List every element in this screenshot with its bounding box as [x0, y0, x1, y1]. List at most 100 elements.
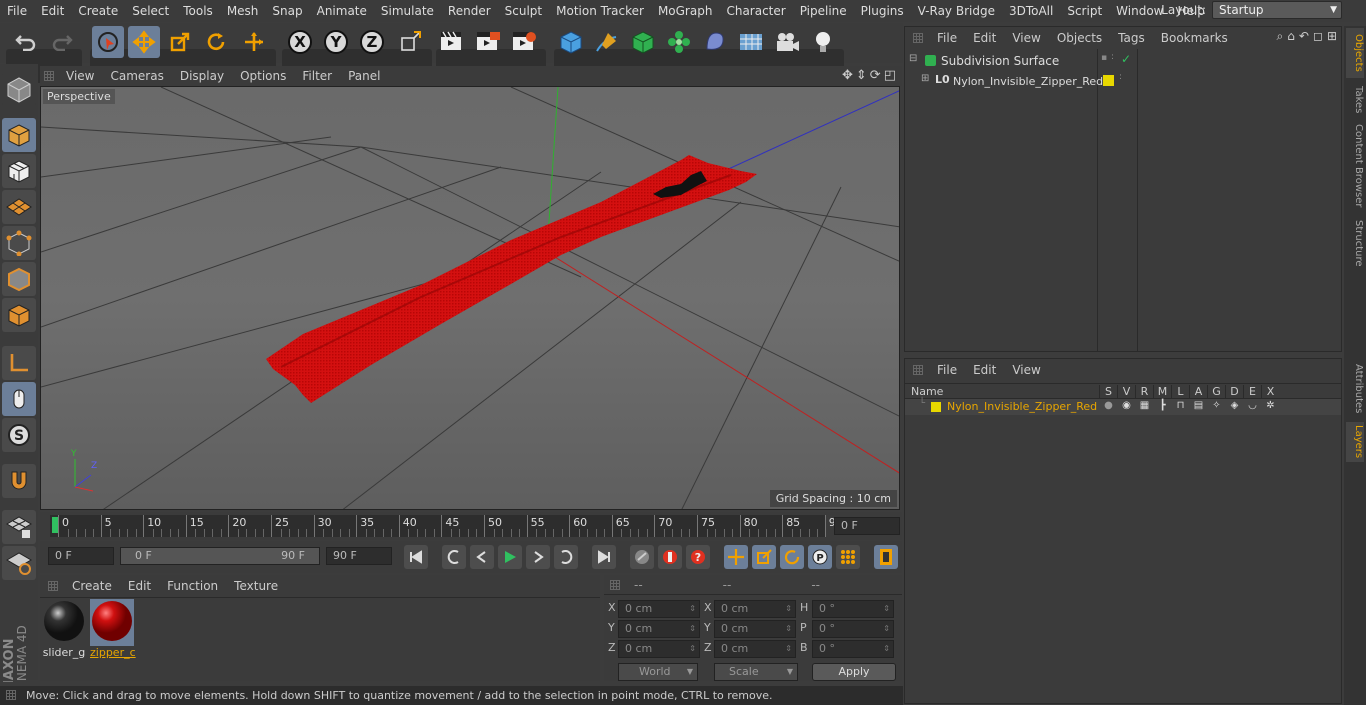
tab-takes[interactable]: Takes [1346, 82, 1364, 118]
apply-button[interactable]: Apply [812, 663, 896, 681]
viewport-menu-options[interactable]: Options [232, 69, 294, 83]
viewport-perspective[interactable]: Perspective Grid Spacing : 10 cm Y Z [40, 86, 900, 510]
generator-icon[interactable]: ✧ [1209, 400, 1224, 411]
cloner-icon[interactable] [663, 26, 695, 58]
menu-select[interactable]: Select [125, 4, 176, 18]
collapse-icon[interactable]: ◻ [1313, 29, 1323, 44]
layer-column-d[interactable]: D [1225, 385, 1243, 398]
menu-mesh[interactable]: Mesh [220, 4, 266, 18]
autokey-icon[interactable] [658, 545, 682, 569]
transform-tool-icon[interactable] [238, 26, 270, 58]
search-icon[interactable]: ⌕ [1277, 29, 1284, 44]
object-row[interactable]: ⊟ Subdivision Surface ▪︎ ✓ : [905, 51, 1341, 71]
panel-grip[interactable] [48, 581, 58, 591]
material-slider[interactable]: slider_g [42, 599, 86, 659]
camera-icon[interactable] [771, 26, 803, 58]
floor-environment-icon[interactable] [735, 26, 767, 58]
back-icon[interactable]: ↶ [1299, 29, 1309, 44]
expression-icon[interactable]: ◡ [1245, 400, 1260, 411]
object-menu-objects[interactable]: Objects [1049, 31, 1110, 45]
magnet-icon[interactable] [2, 464, 36, 498]
live-selection-icon[interactable] [92, 26, 124, 58]
keyframe-selection-icon[interactable]: ? [686, 545, 710, 569]
coord-value-field[interactable]: 0 cm ⇕ [618, 620, 700, 638]
layer-header-name[interactable]: Name [911, 385, 943, 398]
menu-script[interactable]: Script [1060, 4, 1109, 18]
menu-edit[interactable]: Edit [34, 4, 71, 18]
tab-content-browser[interactable]: Content Browser [1346, 122, 1364, 210]
layer-column-x[interactable]: X [1261, 385, 1279, 398]
menu-render[interactable]: Render [441, 4, 498, 18]
key-parameter-icon[interactable]: P [808, 545, 832, 569]
points-mode-icon[interactable] [2, 226, 36, 260]
lock-icon[interactable]: ⊓ [1173, 400, 1188, 411]
viewport-move-icon[interactable]: ✥ [842, 68, 853, 83]
subdivision-surface-icon[interactable] [627, 26, 659, 58]
object-row[interactable]: ⊞ L0 Nylon_Invisible_Zipper_Red : [905, 71, 1341, 91]
previous-frame-icon[interactable] [470, 545, 494, 569]
coord-value-field[interactable]: 0 cm ⇕ [618, 600, 700, 618]
menu-simulate[interactable]: Simulate [374, 4, 441, 18]
next-frame-icon[interactable] [526, 545, 550, 569]
render-clapper-icon[interactable]: ▦ [1137, 400, 1152, 411]
solo-icon[interactable]: ● [1101, 400, 1116, 411]
go-to-end-icon[interactable] [592, 545, 616, 569]
object-menu-view[interactable]: View [1004, 31, 1048, 45]
coord-value-field[interactable]: 0 cm ⇕ [714, 600, 796, 618]
tree-expand-icon[interactable]: ⊟ [909, 53, 917, 64]
end-frame-field[interactable]: 90 F [326, 547, 392, 565]
key-rotation-icon[interactable] [780, 545, 804, 569]
object-menu-edit[interactable]: Edit [965, 31, 1004, 45]
current-frame-field[interactable]: 0 F [834, 517, 900, 535]
menu-tools[interactable]: Tools [176, 4, 220, 18]
stepper-arrows-icon[interactable]: ⇕ [689, 641, 696, 657]
tree-expand-icon[interactable]: ⊞ [921, 73, 929, 84]
redo-icon[interactable] [46, 26, 78, 58]
menu-v-ray-bridge[interactable]: V-Ray Bridge [911, 4, 1002, 18]
render-settings-icon[interactable] [508, 26, 540, 58]
tab-structure[interactable]: Structure [1346, 216, 1364, 270]
stepper-arrows-icon[interactable]: ⇕ [883, 621, 890, 637]
stepper-arrows-icon[interactable]: ⇕ [785, 621, 792, 637]
y-axis-lock-icon[interactable]: Y [320, 26, 352, 58]
object-menu-tags[interactable]: Tags [1110, 31, 1153, 45]
stepper-arrows-icon[interactable]: ⇕ [785, 641, 792, 657]
viewport-maximize-icon[interactable]: ◰ [884, 68, 896, 83]
layer-color-swatch[interactable] [1103, 75, 1114, 86]
layer-menu-edit[interactable]: Edit [965, 363, 1004, 377]
home-icon[interactable]: ⌂ [1287, 29, 1295, 44]
edges-mode-icon[interactable] [2, 262, 36, 296]
layout-dropdown[interactable]: Startup ▼ [1212, 1, 1342, 19]
cube-primitive-icon[interactable] [555, 26, 587, 58]
menu-pipeline[interactable]: Pipeline [793, 4, 854, 18]
object-menu-file[interactable]: File [929, 31, 965, 45]
layer-column-r[interactable]: R [1135, 385, 1153, 398]
menu-3dtoall[interactable]: 3DToAll [1002, 4, 1060, 18]
coord-value-field[interactable]: 0 cm ⇕ [714, 640, 796, 658]
menu-file[interactable]: File [0, 4, 34, 18]
axis-mode-icon[interactable] [2, 346, 36, 380]
viewport-menu-view[interactable]: View [58, 69, 102, 83]
layer-column-m[interactable]: M [1153, 385, 1171, 398]
eye-icon[interactable]: ◉ [1119, 400, 1134, 411]
layer-menu-view[interactable]: View [1004, 363, 1048, 377]
object-menu-bookmarks[interactable]: Bookmarks [1153, 31, 1236, 45]
render-picture-viewer-icon[interactable] [472, 26, 504, 58]
layer-column-e[interactable]: E [1243, 385, 1261, 398]
key-scale-icon[interactable] [752, 545, 776, 569]
layer-column-s[interactable]: S [1099, 385, 1117, 398]
viewport-menu-display[interactable]: Display [172, 69, 232, 83]
animation-icon[interactable]: ▤ [1191, 400, 1206, 411]
visibility-dots-icon[interactable]: : [1119, 72, 1122, 82]
layer-column-v[interactable]: V [1117, 385, 1135, 398]
x-axis-lock-icon[interactable]: X [284, 26, 316, 58]
coord-scale-dropdown[interactable]: Scale ▼ [714, 663, 798, 681]
stepper-arrows-icon[interactable]: ⇕ [883, 641, 890, 657]
menu-sculpt[interactable]: Sculpt [498, 4, 549, 18]
timeline[interactable]: 0 5 10 15 20 25 30 35 40 45 50 55 60 65 70 75 80 85 90 0 F [40, 512, 902, 540]
layer-column-g[interactable]: G [1207, 385, 1225, 398]
rotate-tool-icon[interactable] [200, 26, 232, 58]
stepper-arrows-icon[interactable]: ⇕ [689, 601, 696, 617]
visibility-dots-icon[interactable]: ▪︎ [1101, 53, 1107, 63]
coord-value-field[interactable]: 0 ° ⇕ [812, 620, 894, 638]
